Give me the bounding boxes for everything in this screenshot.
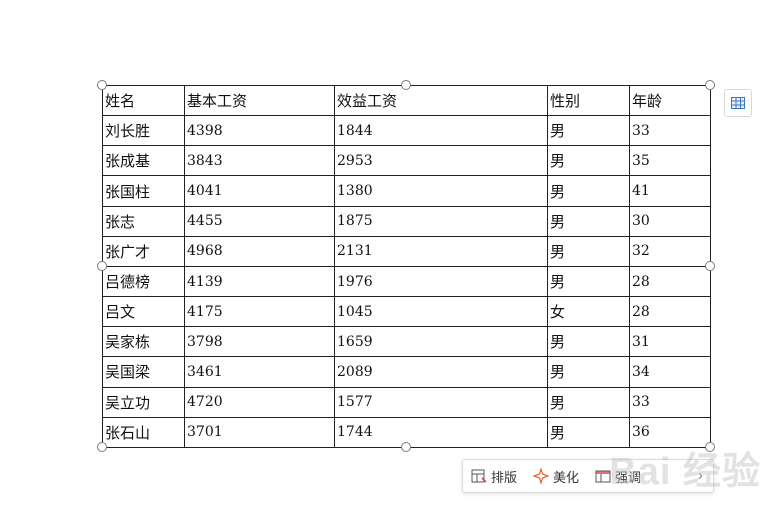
table-cell[interactable]: 男 — [547, 145, 630, 177]
table-cell[interactable]: 张广才 — [102, 235, 185, 267]
table-cell[interactable]: 男 — [547, 115, 630, 147]
table-cell[interactable]: 2089 — [334, 356, 548, 388]
table-cell[interactable]: 33 — [629, 115, 711, 147]
table-cell[interactable]: 男 — [547, 416, 630, 449]
table-cell[interactable]: 4139 — [184, 265, 335, 298]
beautify-button[interactable]: 美化 — [525, 467, 587, 486]
table-cell[interactable]: 4455 — [184, 205, 335, 237]
resize-handle-top-right[interactable] — [705, 80, 715, 90]
table-header-cell[interactable]: 姓名 — [102, 84, 185, 117]
document-table-container[interactable]: 姓名 基本工资 效益工资 性别 年龄 刘长胜 4398 1844 男 33 张成基 3843 2953 男… — [102, 84, 711, 449]
table-row: 张志 4455 1875 男 30 — [102, 205, 711, 237]
resize-handle-bottom-middle[interactable] — [401, 442, 411, 452]
beautify-label: 美化 — [553, 469, 580, 485]
table-cell[interactable]: 1380 — [334, 175, 548, 207]
table-icon — [731, 97, 745, 109]
table-cell[interactable]: 男 — [547, 265, 630, 298]
sparkle-icon — [533, 468, 550, 484]
emphasis-button[interactable]: 强调 — [587, 467, 649, 486]
table-cell[interactable]: 3843 — [184, 145, 335, 177]
table-cell[interactable]: 1045 — [334, 296, 548, 328]
table-cell[interactable]: 男 — [547, 205, 630, 237]
table-cell[interactable]: 3701 — [184, 416, 335, 449]
table-cell[interactable]: 28 — [629, 265, 711, 298]
table-cell[interactable]: 吴家栋 — [102, 326, 185, 358]
resize-handle-bottom-left[interactable] — [97, 442, 107, 452]
table-cell[interactable]: 30 — [629, 205, 711, 237]
table-cell[interactable]: 36 — [629, 416, 711, 449]
table-cell[interactable]: 41 — [629, 175, 711, 207]
data-table[interactable]: 姓名 基本工资 效益工资 性别 年龄 刘长胜 4398 1844 男 33 张成基 3843 2953 男… — [102, 84, 711, 449]
table-cell[interactable]: 31 — [629, 326, 711, 358]
table-row: 吕德榜 4139 1976 男 28 — [102, 265, 711, 298]
table-cell[interactable]: 女 — [547, 296, 630, 328]
resize-handle-bottom-right[interactable] — [705, 442, 715, 452]
table-cell[interactable]: 男 — [547, 326, 630, 358]
table-cell[interactable]: 1744 — [334, 416, 548, 449]
table-cell[interactable]: 男 — [547, 356, 630, 388]
table-row: 吴国梁 3461 2089 男 34 — [102, 356, 711, 388]
resize-handle-top-middle[interactable] — [401, 80, 411, 90]
resize-handle-top-left[interactable] — [97, 80, 107, 90]
table-cell[interactable]: 吴国梁 — [102, 356, 185, 388]
table-cell[interactable]: 4175 — [184, 296, 335, 328]
table-row: 吴立功 4720 1577 男 33 — [102, 386, 711, 418]
table-cell[interactable]: 吴立功 — [102, 386, 185, 418]
table-row: 刘长胜 4398 1844 男 33 — [102, 115, 711, 147]
table-cell[interactable]: 2953 — [334, 145, 548, 177]
table-cell[interactable]: 4041 — [184, 175, 335, 207]
table-cell[interactable]: 1844 — [334, 115, 548, 147]
table-options-button[interactable] — [724, 89, 752, 117]
table-cell[interactable]: 4968 — [184, 235, 335, 267]
table-cell[interactable]: 34 — [629, 356, 711, 388]
table-header-cell[interactable]: 效益工资 — [334, 84, 548, 117]
table-cell[interactable]: 男 — [547, 175, 630, 207]
table-cell[interactable]: 男 — [547, 386, 630, 418]
table-cell[interactable]: 4720 — [184, 386, 335, 418]
resize-handle-middle-right[interactable] — [705, 261, 715, 271]
table-cell[interactable]: 3461 — [184, 356, 335, 388]
table-cell[interactable]: 3798 — [184, 326, 335, 358]
table-cell[interactable]: 吕德榜 — [102, 265, 185, 298]
table-row: 吕文 4175 1045 女 28 — [102, 296, 711, 328]
table-cell[interactable]: 刘长胜 — [102, 115, 185, 147]
table-header-cell[interactable]: 年龄 — [629, 84, 711, 117]
table-cell[interactable]: 2131 — [334, 235, 548, 267]
table-style-icon — [595, 470, 611, 483]
table-cell[interactable]: 35 — [629, 145, 711, 177]
table-row: 张成基 3843 2953 男 35 — [102, 145, 711, 177]
table-cell[interactable]: 1875 — [334, 205, 548, 237]
table-cell[interactable]: 33 — [629, 386, 711, 418]
resize-handle-middle-left[interactable] — [97, 261, 107, 271]
emphasis-label: 强调 — [615, 469, 642, 485]
table-header-cell[interactable]: 基本工资 — [184, 84, 335, 117]
table-cell[interactable]: 男 — [547, 235, 630, 267]
table-row: 吴家栋 3798 1659 男 31 — [102, 326, 711, 358]
table-cell[interactable]: 张国柱 — [102, 175, 185, 207]
chevron-right-icon[interactable]: › — [698, 467, 713, 485]
table-cell[interactable]: 1976 — [334, 265, 548, 298]
table-row: 张国柱 4041 1380 男 41 — [102, 175, 711, 207]
layout-icon — [471, 469, 487, 483]
table-header-row: 姓名 基本工资 效益工资 性别 年龄 — [102, 84, 711, 117]
table-cell[interactable]: 1577 — [334, 386, 548, 418]
table-cell[interactable]: 32 — [629, 235, 711, 267]
table-cell[interactable]: 张志 — [102, 205, 185, 237]
table-cell[interactable]: 吕文 — [102, 296, 185, 328]
table-cell[interactable]: 张成基 — [102, 145, 185, 177]
table-header-cell[interactable]: 性别 — [547, 84, 630, 117]
table-cell[interactable]: 4398 — [184, 115, 335, 147]
table-cell[interactable]: 1659 — [334, 326, 548, 358]
table-cell[interactable]: 张石山 — [102, 416, 185, 449]
layout-label: 排版 — [491, 469, 518, 485]
layout-button[interactable]: 排版 — [463, 467, 525, 486]
table-row: 张广才 4968 2131 男 32 — [102, 235, 711, 267]
table-cell[interactable]: 28 — [629, 296, 711, 328]
table-floating-toolbar: 排版 美化 强调 › — [462, 459, 714, 493]
